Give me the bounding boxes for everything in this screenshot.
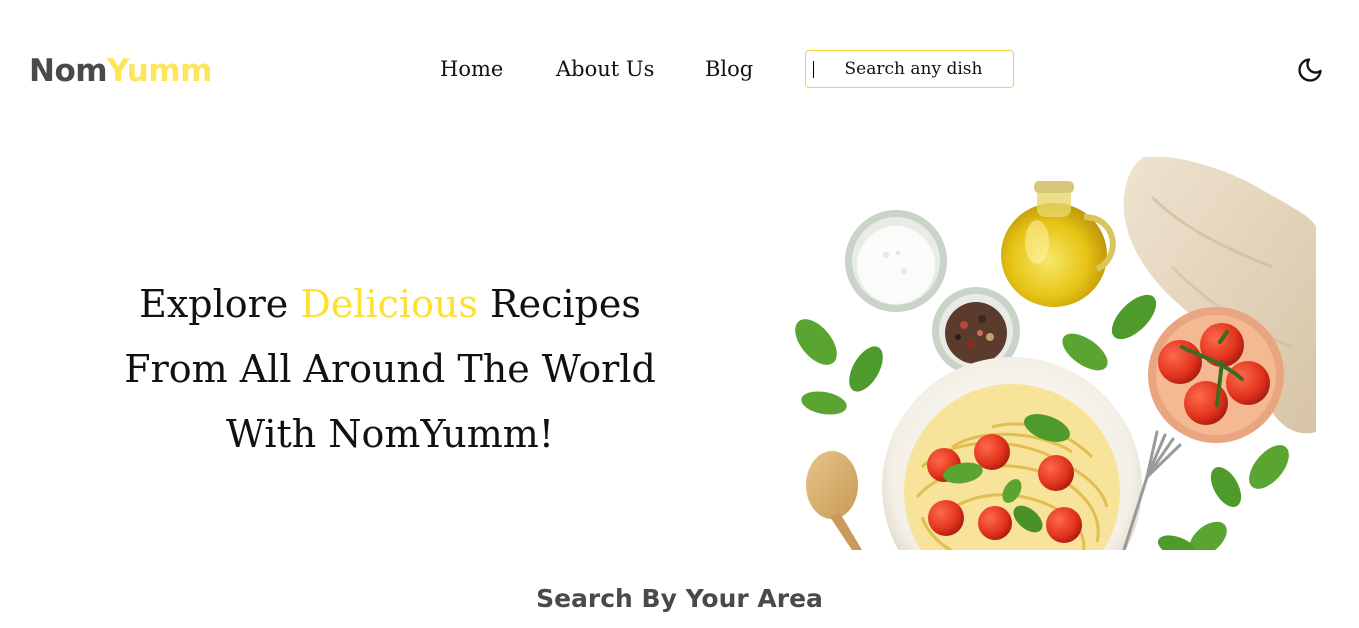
hero-text-recipes: Recipes: [477, 282, 641, 326]
hero-line-2: From All Around The World: [124, 347, 656, 391]
theme-toggle-button[interactable]: [1296, 56, 1324, 84]
nav-link-home[interactable]: Home: [440, 55, 503, 83]
nav-link-about-us[interactable]: About Us: [556, 55, 654, 83]
logo-text-nom: Nom: [29, 53, 108, 89]
search-box[interactable]: [805, 50, 1014, 88]
hero-text-explore: Explore: [139, 282, 301, 326]
hero-food-image: [752, 157, 1316, 550]
nav-link-blog[interactable]: Blog: [705, 55, 753, 83]
hero-accent-delicious: Delicious: [300, 282, 478, 326]
logo-text-yumm: Yumm: [107, 53, 212, 89]
moon-icon: [1298, 58, 1322, 82]
search-input[interactable]: [816, 55, 1011, 83]
pasta-dish-illustration: [795, 157, 1316, 550]
hero-line-1: Explore Delicious Recipes: [90, 272, 690, 337]
section-title-search-by-area: Search By Your Area: [536, 584, 823, 613]
site-logo[interactable]: NomYumm: [29, 51, 212, 91]
text-caret: [813, 61, 814, 78]
hero-heading: Explore Delicious Recipes From All Aroun…: [90, 272, 690, 467]
hero-line-3: With NomYumm!: [225, 412, 555, 456]
